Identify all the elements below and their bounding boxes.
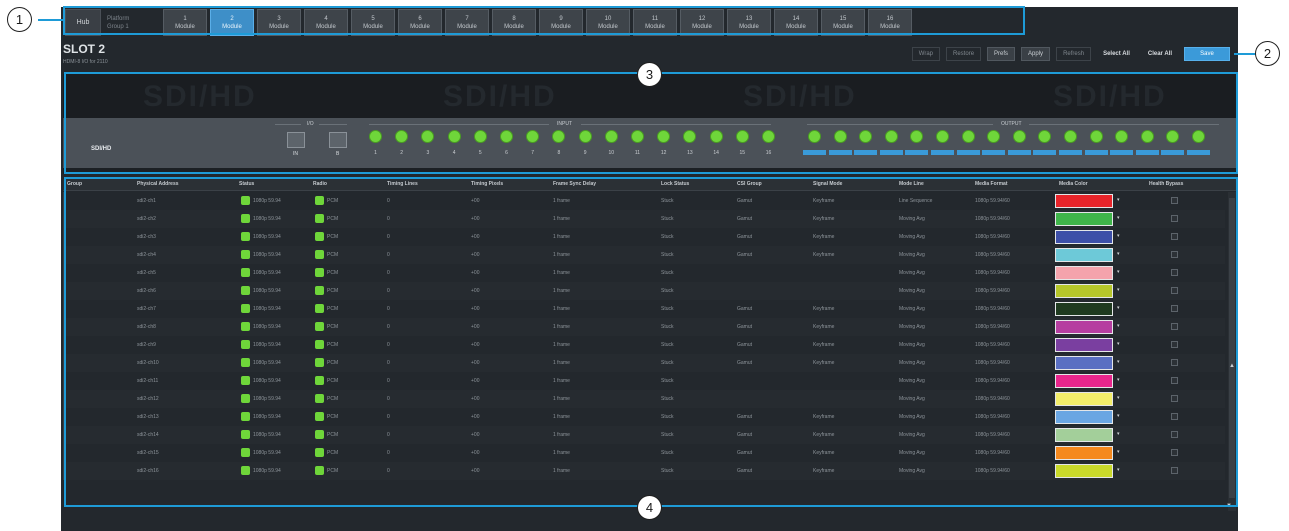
figure-stage: Hub Platform Group 1 1 Module 2 Module 3 Modu… — [0, 0, 1289, 531]
callout-3: 3 — [637, 62, 662, 87]
save-button[interactable]: Save — [1184, 47, 1230, 61]
callout-4: 4 — [637, 495, 662, 520]
restore-button[interactable]: Restore — [946, 47, 982, 61]
highlight-box-table — [64, 177, 1238, 507]
toolbar: Wrap Restore Prefs Apply Refresh Select All Cl… — [906, 47, 1230, 61]
clear-all-button[interactable]: Clear All — [1142, 47, 1178, 61]
refresh-button[interactable]: Refresh — [1056, 47, 1092, 61]
callout-1: 1 — [7, 7, 32, 32]
apply-button[interactable]: Apply — [1021, 47, 1051, 61]
prefs-button[interactable]: Prefs — [987, 47, 1016, 61]
select-all-button[interactable]: Select All — [1097, 47, 1136, 61]
page-subtitle: HDMI-8 I/O for 2110 — [63, 59, 108, 65]
page-title: SLOT 2 — [63, 42, 106, 56]
callout-2: 2 — [1255, 41, 1280, 66]
leader-line — [1234, 53, 1256, 55]
highlight-box-slot-bar — [63, 6, 1025, 35]
highlight-box-module-panel — [64, 72, 1238, 174]
leader-line — [38, 19, 64, 21]
wrap-button[interactable]: Wrap — [911, 47, 941, 61]
